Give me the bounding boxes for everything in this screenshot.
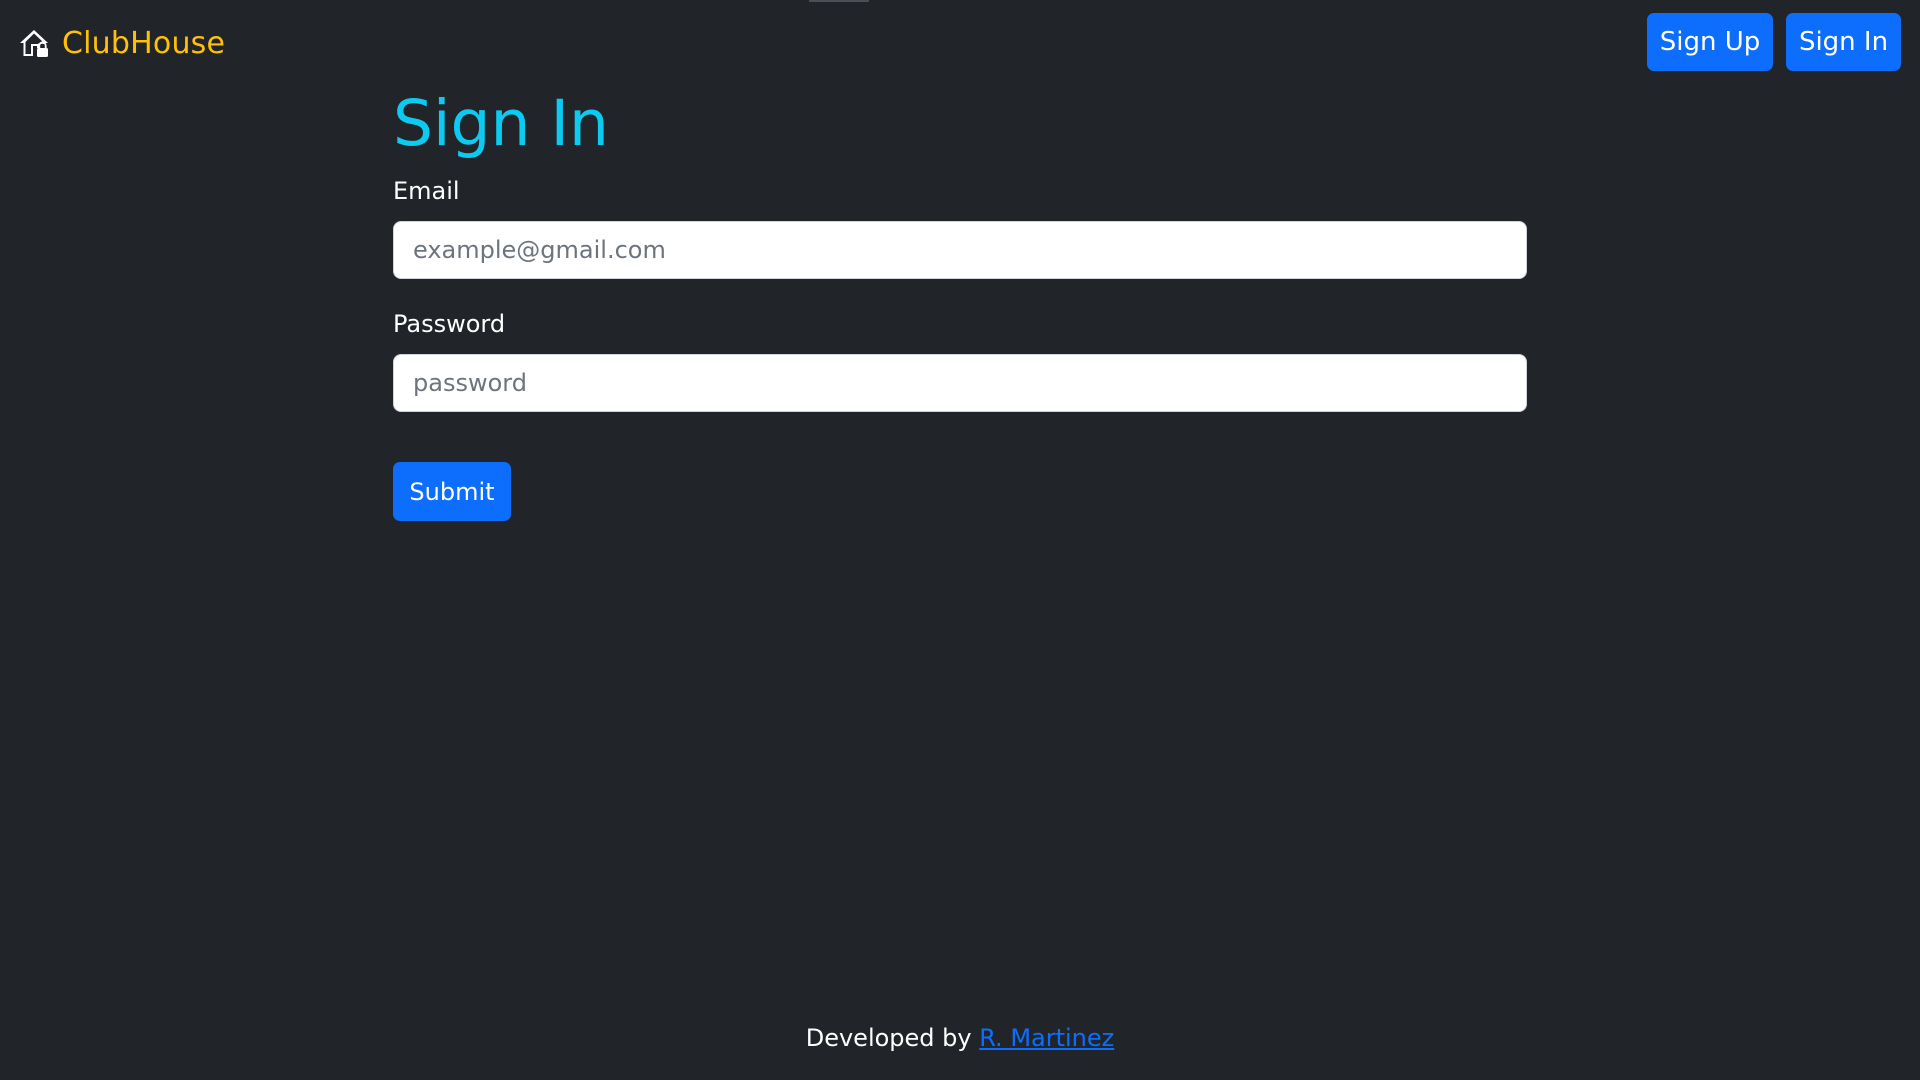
- sign-up-button[interactable]: Sign Up: [1647, 13, 1773, 71]
- submit-button[interactable]: Submit: [393, 462, 511, 521]
- house-lock-icon: [20, 30, 48, 57]
- author-link[interactable]: R. Martinez: [979, 1024, 1114, 1052]
- brand-link[interactable]: ClubHouse: [18, 22, 225, 64]
- page: ClubHouse Sign Up Sign In Sign In Email …: [0, 0, 1920, 1080]
- footer-credit-text: Developed by: [805, 1024, 980, 1052]
- email-label: Email: [393, 177, 460, 205]
- page-title: Sign In: [393, 87, 609, 160]
- brand-name: ClubHouse: [62, 25, 226, 61]
- email-field[interactable]: [393, 221, 1527, 279]
- footer: Developed by R. Martinez: [0, 1018, 1920, 1058]
- navbar: ClubHouse Sign Up Sign In: [0, 0, 1920, 86]
- sign-in-form: Sign In Email Password Submit: [393, 86, 1528, 521]
- sign-in-nav-button[interactable]: Sign In: [1786, 13, 1901, 71]
- password-label: Password: [393, 310, 506, 338]
- password-field[interactable]: [393, 354, 1527, 412]
